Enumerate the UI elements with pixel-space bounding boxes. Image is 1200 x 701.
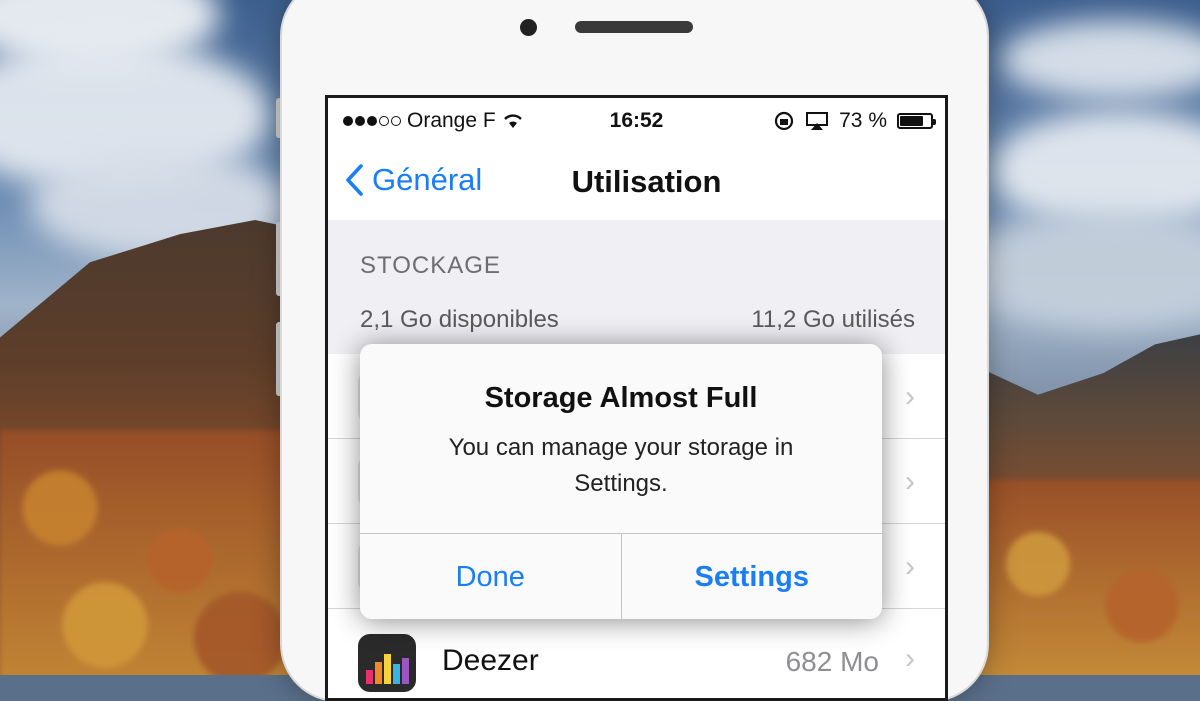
app-size: 682 Mo xyxy=(785,646,879,677)
rotation-lock-icon xyxy=(775,111,794,131)
earpiece-speaker xyxy=(575,21,693,33)
front-camera xyxy=(520,19,537,36)
chevron-right-icon: › xyxy=(905,642,915,675)
chevron-right-icon: › xyxy=(905,465,915,498)
battery-icon xyxy=(897,113,936,129)
app-name: Deezer xyxy=(442,644,539,677)
done-button[interactable]: Done xyxy=(360,534,621,619)
status-bar: Orange F 16:52 73 % xyxy=(328,98,945,140)
section-header: STOCKAGE xyxy=(360,252,501,279)
alert-title: Storage Almost Full xyxy=(484,382,758,414)
chevron-right-icon: › xyxy=(905,550,915,583)
storage-alert-dialog: Storage Almost Full You can manage your … xyxy=(360,344,882,619)
storage-used: 11,2 Go utilisés xyxy=(751,306,915,333)
alert-button-bar: Done Settings xyxy=(360,533,882,619)
storage-available: 2,1 Go disponibles xyxy=(360,306,559,333)
settings-button[interactable]: Settings xyxy=(620,534,883,619)
list-item-deezer[interactable]: Deezer 682 Mo › xyxy=(328,616,945,698)
airplay-icon xyxy=(806,112,829,130)
alert-message: You can manage your storage in Settings. xyxy=(448,434,794,497)
navigation-bar: Général Utilisation xyxy=(328,140,945,221)
page-title: Utilisation xyxy=(571,164,722,199)
deezer-app-icon xyxy=(358,634,416,692)
chevron-right-icon: › xyxy=(905,380,915,413)
storage-section: STOCKAGE 2,1 Go disponibles 11,2 Go util… xyxy=(328,220,945,354)
battery-percentage: 73 % xyxy=(839,109,887,132)
